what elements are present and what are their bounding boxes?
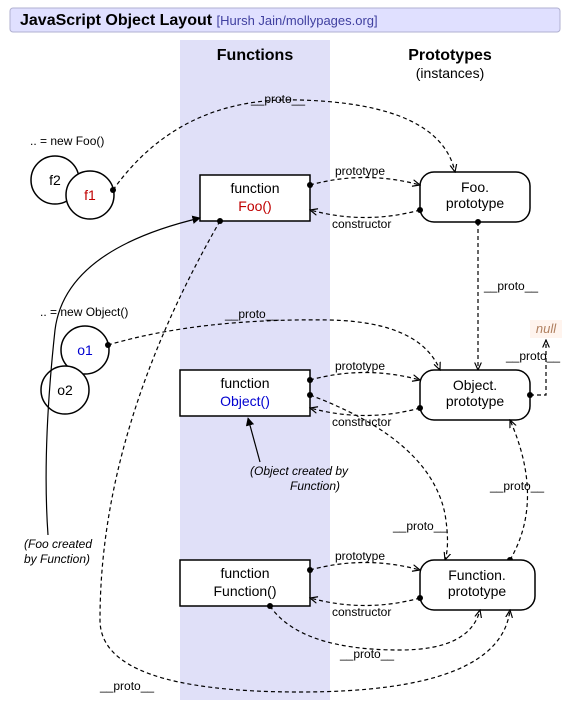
note-obj-by-fun-2: Function) [290, 479, 340, 493]
edge-function-selfproto-label: __proto__ [339, 647, 394, 661]
edge-object-constructor-label: constructor [332, 415, 391, 429]
new-foo-label: .. = new Foo() [30, 134, 104, 148]
edge-f1-proto-label: __proto__ [250, 92, 305, 106]
function-function-kw: function [220, 565, 269, 581]
f1-label: f1 [84, 187, 96, 203]
function-prototype-l2: prototype [448, 583, 507, 599]
o2-label: o2 [57, 382, 73, 398]
edge-foo-constructor-label: constructor [332, 217, 391, 231]
object-prototype-l1: Object. [453, 377, 497, 393]
note-obj-by-fun-1: (Object created by [250, 464, 349, 478]
function-function-name: Function() [213, 583, 276, 599]
foo-prototype-l1: Foo. [461, 179, 489, 195]
function-foo-name: Foo() [238, 198, 271, 214]
edge-funproto-objproto-label: __proto__ [489, 479, 544, 493]
o1-label: o1 [77, 342, 93, 358]
foo-prototype-l2: prototype [446, 195, 505, 211]
null-label: null [536, 321, 557, 336]
functions-header: Functions [217, 47, 294, 64]
edge-foo-prototype-label: prototype [335, 164, 385, 178]
edge-object-funproto-label: __proto__ [392, 519, 447, 533]
edge-function-constructor-label: constructor [332, 605, 391, 619]
prototypes-header: Prototypes [408, 47, 492, 64]
function-foo-kw: function [230, 180, 279, 196]
function-object-name: Object() [220, 393, 270, 409]
edge-fooproto-objproto-label: __proto__ [483, 279, 538, 293]
title-text: JavaScript Object Layout [Hursh Jain/mol… [20, 12, 378, 29]
note-foo-by-fun-1: (Foo created [24, 537, 92, 551]
edge-o1-proto-label: __proto__ [224, 307, 279, 321]
new-object-label: .. = new Object() [40, 305, 128, 319]
edge-foo-funproto-label: __proto__ [99, 679, 154, 693]
edge-objectproto-null-label: __proto__ [505, 349, 560, 363]
diagram-canvas: JavaScript Object Layout [Hursh Jain/mol… [0, 0, 570, 709]
prototypes-subheader: (instances) [416, 65, 484, 81]
edge-function-prototype-label: prototype [335, 549, 385, 563]
object-prototype-l2: prototype [446, 393, 505, 409]
note-foo-by-fun-2: by Function) [24, 552, 90, 566]
f2-label: f2 [49, 172, 61, 188]
function-prototype-l1: Function. [448, 567, 506, 583]
edge-object-prototype-label: prototype [335, 359, 385, 373]
function-object-kw: function [220, 375, 269, 391]
